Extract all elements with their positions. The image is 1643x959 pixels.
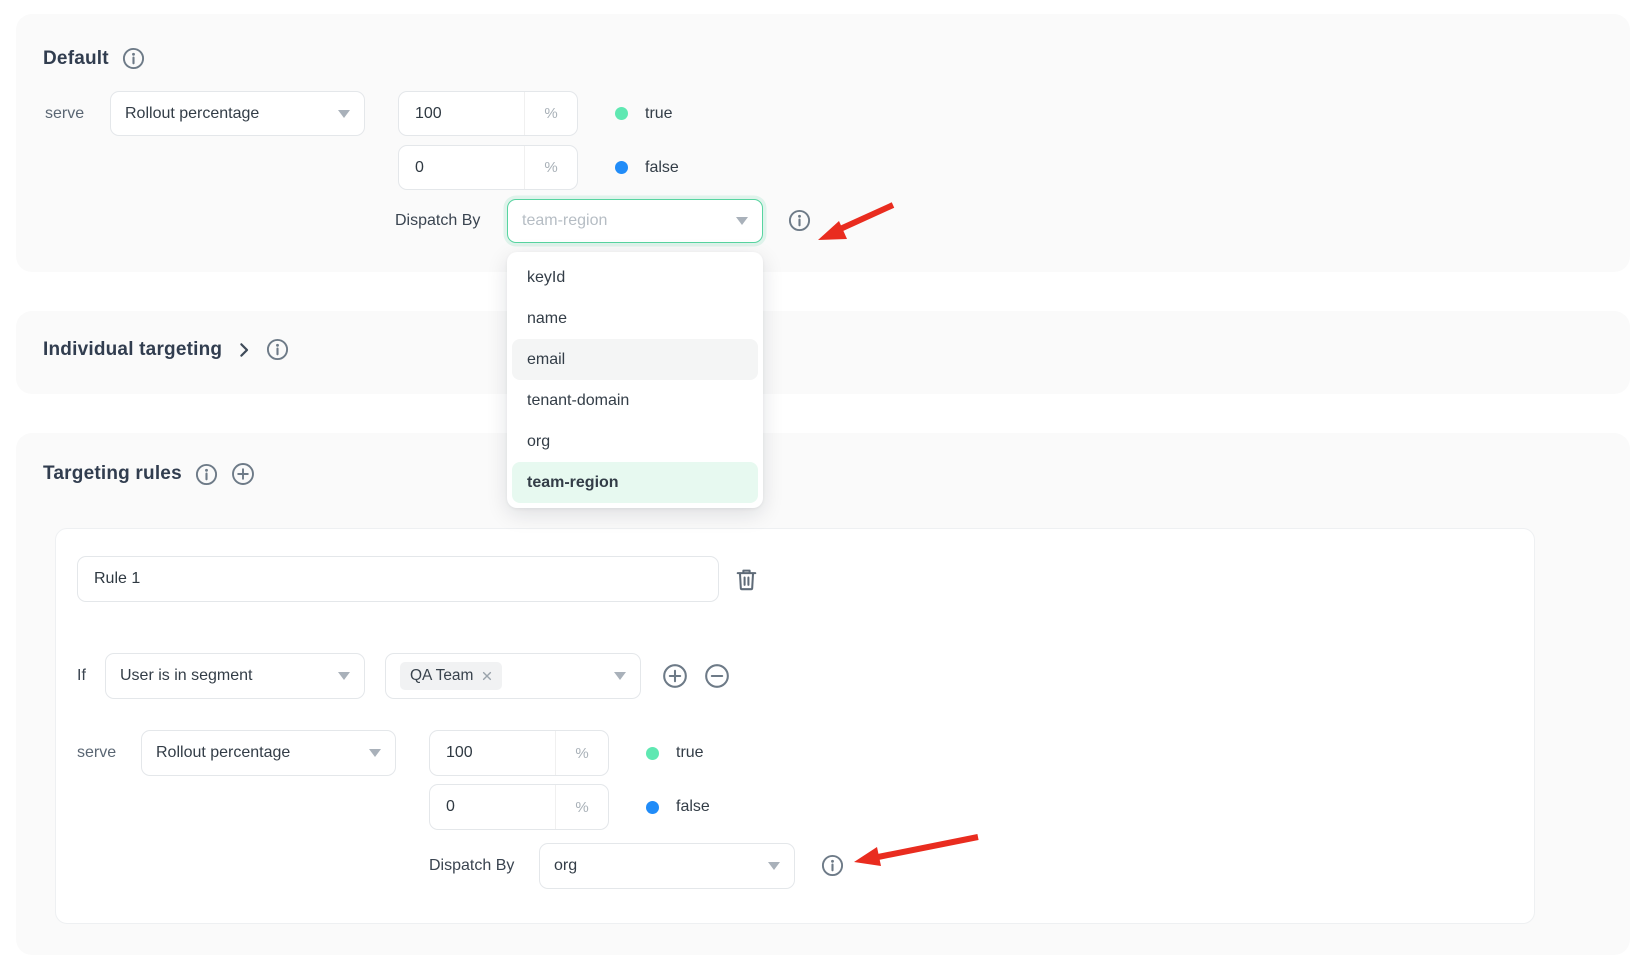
false-dot-icon xyxy=(615,161,628,174)
dispatch-by-value: org xyxy=(554,857,760,875)
chevron-down-icon xyxy=(768,862,780,870)
dispatch-by-label: Dispatch By xyxy=(395,199,480,243)
dropdown-option-team-region[interactable]: team-region xyxy=(512,462,758,503)
default-section-card xyxy=(16,14,1630,272)
condition-type-select[interactable]: User is in segment xyxy=(105,653,365,699)
true-dot-icon xyxy=(615,107,628,120)
chevron-down-icon xyxy=(338,672,350,680)
info-icon[interactable] xyxy=(266,338,289,361)
dropdown-option-tenant-domain[interactable]: tenant-domain xyxy=(512,380,758,421)
dispatch-by-dropdown: keyId name email tenant-domain org team-… xyxy=(507,252,763,508)
info-icon[interactable] xyxy=(821,854,844,877)
serve-type-value: Rollout percentage xyxy=(125,105,330,123)
flag-targeting-page: Default serve Rollout percentage % true … xyxy=(0,0,1643,959)
individual-targeting-header: Individual targeting xyxy=(43,338,289,361)
false-percentage-input[interactable] xyxy=(399,146,524,189)
false-percentage-group: % xyxy=(398,145,578,190)
add-condition-icon[interactable] xyxy=(662,663,688,689)
info-icon[interactable] xyxy=(122,47,145,70)
chevron-down-icon xyxy=(736,217,748,225)
percent-suffix: % xyxy=(524,92,577,135)
chevron-down-icon xyxy=(369,749,381,757)
serve-label: serve xyxy=(77,730,116,776)
chevron-down-icon xyxy=(614,672,626,680)
true-dot-icon xyxy=(646,747,659,760)
dispatch-by-placeholder: team-region xyxy=(522,212,728,230)
dispatch-by-select[interactable]: team-region xyxy=(507,199,763,243)
segment-chip: QA Team xyxy=(400,662,502,690)
if-label: If xyxy=(77,653,86,699)
true-percentage-input[interactable] xyxy=(399,92,524,135)
true-variation-label: true xyxy=(645,105,673,123)
serve-type-select[interactable]: Rollout percentage xyxy=(141,730,396,776)
individual-targeting-title: Individual targeting xyxy=(43,339,222,361)
targeting-rules-header: Targeting rules xyxy=(43,462,255,486)
condition-type-value: User is in segment xyxy=(120,667,330,685)
dropdown-option-keyid[interactable]: keyId xyxy=(512,257,758,298)
segment-multiselect[interactable]: QA Team xyxy=(385,653,641,699)
targeting-rules-title: Targeting rules xyxy=(43,463,182,485)
true-percentage-group: % xyxy=(429,730,609,776)
default-section-title: Default xyxy=(43,48,109,70)
default-section-header: Default xyxy=(43,47,145,70)
true-variation-indicator: true xyxy=(646,730,704,776)
false-variation-indicator: false xyxy=(646,784,710,830)
dispatch-by-select[interactable]: org xyxy=(539,843,795,889)
segment-chip-label: QA Team xyxy=(410,667,473,685)
chip-remove-icon[interactable] xyxy=(482,671,492,681)
serve-label: serve xyxy=(45,91,84,136)
false-variation-label: false xyxy=(645,159,679,177)
serve-type-select[interactable]: Rollout percentage xyxy=(110,91,365,136)
serve-type-value: Rollout percentage xyxy=(156,744,361,762)
percent-suffix: % xyxy=(555,785,608,829)
true-percentage-input[interactable] xyxy=(430,731,555,775)
false-variation-indicator: false xyxy=(615,145,679,190)
true-percentage-group: % xyxy=(398,91,578,136)
dropdown-option-org[interactable]: org xyxy=(512,421,758,462)
true-variation-indicator: true xyxy=(615,91,673,136)
false-percentage-group: % xyxy=(429,784,609,830)
false-variation-label: false xyxy=(676,798,710,816)
false-percentage-input[interactable] xyxy=(430,785,555,829)
dropdown-option-name[interactable]: name xyxy=(512,298,758,339)
percent-suffix: % xyxy=(524,146,577,189)
chevron-down-icon xyxy=(338,110,350,118)
dispatch-by-label: Dispatch By xyxy=(429,843,514,889)
add-rule-icon[interactable] xyxy=(231,462,255,486)
percent-suffix: % xyxy=(555,731,608,775)
dropdown-option-email[interactable]: email xyxy=(512,339,758,380)
false-dot-icon xyxy=(646,801,659,814)
true-variation-label: true xyxy=(676,744,704,762)
rule-name-input[interactable] xyxy=(77,556,719,602)
info-icon[interactable] xyxy=(195,463,218,486)
info-icon[interactable] xyxy=(788,209,811,232)
remove-condition-icon[interactable] xyxy=(704,663,730,689)
trash-icon[interactable] xyxy=(733,566,760,593)
chevron-right-icon[interactable] xyxy=(235,341,253,359)
